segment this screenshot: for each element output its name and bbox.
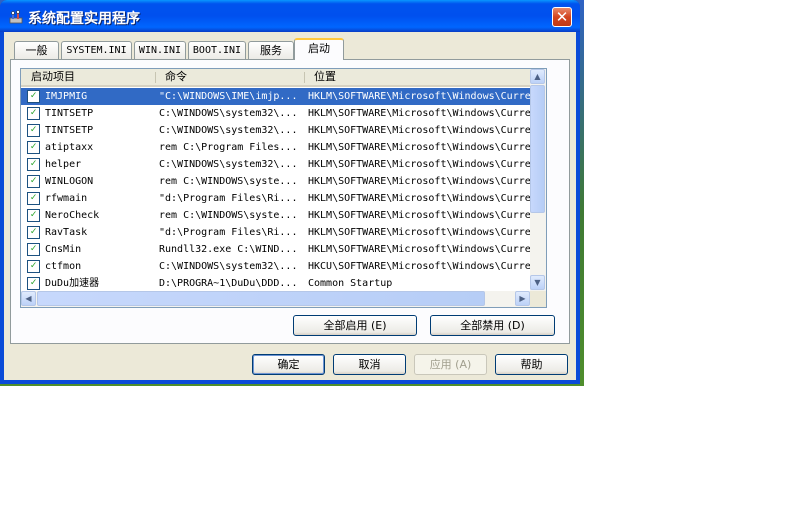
startup-item-name: TINTSETP	[45, 125, 94, 136]
startup-command: C:\WINDOWS\system32\...	[159, 125, 298, 136]
list-item[interactable]: ✓ WINLOGON rem C:\WINDOWS\syste... HKLM\…	[21, 173, 531, 190]
column-header-item[interactable]: 启动项目	[25, 69, 75, 85]
column-header-location[interactable]: 位置	[308, 69, 336, 85]
startup-location: HKLM\SOFTWARE\Microsoft\Windows\Curren	[308, 210, 530, 221]
startup-item-name: WINLOGON	[45, 176, 94, 187]
startup-command: rem C:\Program Files...	[159, 142, 298, 153]
startup-command: C:\WINDOWS\system32\...	[159, 159, 298, 170]
title-bar[interactable]: 系统配置实用程序 ✕	[0, 0, 580, 32]
tab-services[interactable]: 服务	[248, 41, 294, 59]
tab-startup[interactable]: 启动	[294, 38, 344, 60]
disable-all-button[interactable]: 全部禁用 (D)	[430, 315, 555, 336]
list-item[interactable]: ✓ atiptaxx rem C:\Program Files... HKLM\…	[21, 139, 531, 156]
startup-list: 启动项目 命令 位置 ✓ IMJPMIG "C:\WINDOWS\IME\imj…	[20, 68, 547, 308]
apply-button[interactable]: 应用 (A)	[414, 354, 487, 375]
startup-command: "C:\WINDOWS\IME\imjp...	[159, 91, 298, 102]
enable-checkbox[interactable]: ✓	[27, 226, 40, 239]
scroll-up-icon[interactable]: ▲	[530, 69, 545, 84]
cancel-button[interactable]: 取消	[333, 354, 406, 375]
startup-item-name: TINTSETP	[45, 108, 94, 119]
enable-checkbox[interactable]: ✓	[27, 243, 40, 256]
startup-location: HKLM\SOFTWARE\Microsoft\Windows\Curren	[308, 244, 530, 255]
startup-item-name: helper	[45, 159, 82, 170]
startup-command: C:\WINDOWS\system32\...	[159, 108, 298, 119]
list-item[interactable]: ✓ TINTSETP C:\WINDOWS\system32\... HKLM\…	[21, 122, 531, 139]
startup-location: HKLM\SOFTWARE\Microsoft\Windows\Curren	[308, 91, 530, 102]
startup-command: rem C:\WINDOWS\syste...	[159, 176, 298, 187]
startup-location: HKLM\SOFTWARE\Microsoft\Windows\Curren	[308, 227, 530, 238]
tab-system-ini[interactable]: SYSTEM.INI	[61, 41, 132, 59]
list-item[interactable]: ✓ RavTask "d:\Program Files\Ri... HKLM\S…	[21, 224, 531, 241]
startup-command: C:\WINDOWS\system32\...	[159, 261, 298, 272]
startup-item-name: DuDu加速器	[45, 278, 100, 289]
list-item[interactable]: ✓ CnsMin Rundll32.exe C:\WIND... HKLM\SO…	[21, 241, 531, 258]
enable-checkbox[interactable]: ✓	[27, 141, 40, 154]
window-title: 系统配置实用程序	[28, 11, 140, 27]
startup-location: HKLM\SOFTWARE\Microsoft\Windows\Curren	[308, 176, 530, 187]
vertical-scrollbar[interactable]: ▲ ▼	[530, 69, 546, 291]
startup-location: HKLM\SOFTWARE\Microsoft\Windows\Curren	[308, 125, 530, 136]
enable-checkbox[interactable]: ✓	[27, 107, 40, 120]
list-item[interactable]: ✓ DuDu加速器 D:\PROGRA~1\DuDu\DDD... Common…	[21, 275, 531, 292]
scroll-left-icon[interactable]: ◀	[21, 291, 36, 306]
enable-checkbox[interactable]: ✓	[27, 277, 40, 290]
vertical-scroll-thumb[interactable]	[530, 85, 545, 213]
enable-checkbox[interactable]: ✓	[27, 158, 40, 171]
startup-item-name: IMJPMIG	[45, 91, 88, 102]
close-icon: ✕	[555, 8, 569, 26]
scroll-right-icon[interactable]: ▶	[515, 291, 530, 306]
startup-item-name: CnsMin	[45, 244, 82, 255]
list-item[interactable]: ✓ ctfmon C:\WINDOWS\system32\... HKCU\SO…	[21, 258, 531, 275]
startup-location: HKLM\SOFTWARE\Microsoft\Windows\Curren	[308, 159, 530, 170]
list-item[interactable]: ✓ NeroCheck rem C:\WINDOWS\syste... HKLM…	[21, 207, 531, 224]
horizontal-scrollbar[interactable]: ◀ ▶	[21, 291, 531, 307]
horizontal-scroll-thumb[interactable]	[37, 291, 485, 306]
tab-win-ini[interactable]: WIN.INI	[134, 41, 186, 59]
enable-checkbox[interactable]: ✓	[27, 90, 40, 103]
ok-button[interactable]: 确定	[252, 354, 325, 375]
list-item[interactable]: ✓ rfwmain "d:\Program Files\Ri... HKLM\S…	[21, 190, 531, 207]
list-item[interactable]: ✓ IMJPMIG "C:\WINDOWS\IME\imjp... HKLM\S…	[21, 88, 531, 105]
msconfig-window: 系统配置实用程序 ✕ 一般 SYSTEM.INI WIN.INI BOOT.IN…	[0, 0, 580, 384]
help-button[interactable]: 帮助	[495, 354, 568, 375]
startup-location: HKCU\SOFTWARE\Microsoft\Windows\Curren	[308, 261, 530, 272]
startup-item-name: rfwmain	[45, 193, 88, 204]
startup-command: Rundll32.exe C:\WIND...	[159, 244, 298, 255]
startup-item-name: ctfmon	[45, 261, 82, 272]
enable-checkbox[interactable]: ✓	[27, 124, 40, 137]
startup-item-name: RavTask	[45, 227, 88, 238]
enable-checkbox[interactable]: ✓	[27, 260, 40, 273]
tab-general[interactable]: 一般	[14, 41, 59, 59]
startup-location: HKLM\SOFTWARE\Microsoft\Windows\Curren	[308, 108, 530, 119]
list-item[interactable]: ✓ helper C:\WINDOWS\system32\... HKLM\SO…	[21, 156, 531, 173]
list-item[interactable]: ✓ TINTSETP C:\WINDOWS\system32\... HKLM\…	[21, 105, 531, 122]
startup-item-name: NeroCheck	[45, 210, 100, 221]
tab-boot-ini[interactable]: BOOT.INI	[188, 41, 246, 59]
enable-checkbox[interactable]: ✓	[27, 175, 40, 188]
startup-command: "d:\Program Files\Ri...	[159, 193, 298, 204]
column-header-command[interactable]: 命令	[159, 69, 187, 85]
dialog-client-area: 一般 SYSTEM.INI WIN.INI BOOT.INI 服务 启动 启动项…	[4, 32, 576, 380]
enable-checkbox[interactable]: ✓	[27, 192, 40, 205]
startup-location: HKLM\SOFTWARE\Microsoft\Windows\Curren	[308, 142, 530, 153]
scroll-down-icon[interactable]: ▼	[530, 275, 545, 290]
enable-all-button[interactable]: 全部启用 (E)	[293, 315, 417, 336]
startup-command: rem C:\WINDOWS\syste...	[159, 210, 298, 221]
enable-checkbox[interactable]: ✓	[27, 209, 40, 222]
startup-location: HKLM\SOFTWARE\Microsoft\Windows\Curren	[308, 193, 530, 204]
startup-command: "d:\Program Files\Ri...	[159, 227, 298, 238]
close-button[interactable]: ✕	[552, 7, 572, 27]
msconfig-app-icon	[9, 10, 23, 24]
startup-item-name: atiptaxx	[45, 142, 94, 153]
list-header: 启动项目 命令 位置	[21, 69, 531, 87]
startup-location: Common Startup	[308, 278, 393, 289]
startup-command: D:\PROGRA~1\DuDu\DDD...	[159, 278, 298, 289]
scrollbar-corner	[530, 291, 546, 307]
